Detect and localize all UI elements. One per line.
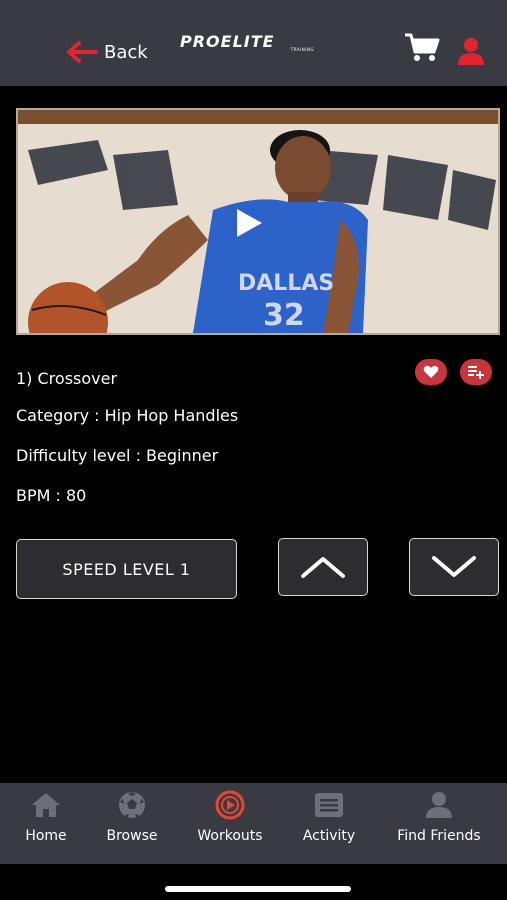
home-indicator (165, 886, 351, 892)
speed-level-button[interactable]: SPEED LEVEL 1 (16, 539, 237, 599)
drill-category: Category : Hip Hop Handles (16, 406, 239, 425)
home-icon (32, 793, 60, 817)
svg-text:32: 32 (263, 298, 305, 333)
tab-workouts[interactable]: Workouts (190, 783, 270, 864)
speed-level-label: SPEED LEVEL 1 (62, 559, 191, 579)
tab-activity-label: Activity (302, 828, 356, 844)
logo-text: PROELITE (180, 32, 275, 51)
playlist-add-icon (468, 366, 484, 379)
cart-icon (405, 33, 440, 61)
proelite-logo: PROELITE TRAINING (180, 32, 320, 54)
logo-subtext: TRAINING (290, 47, 314, 52)
favorite-button[interactable] (415, 359, 447, 385)
person-icon (426, 792, 452, 818)
tab-home-label: Home (25, 828, 67, 844)
tab-workouts-label: Workouts (197, 828, 263, 844)
heart-icon (423, 365, 439, 378)
svg-text:DALLAS: DALLAS (238, 271, 334, 296)
list-icon (315, 793, 343, 817)
user-icon (458, 38, 484, 65)
play-circle-icon (215, 790, 245, 820)
video-player[interactable]: DALLAS 32 (16, 108, 500, 335)
profile-button[interactable] (456, 36, 486, 70)
tab-find-friends[interactable]: Find Friends (388, 783, 490, 864)
speed-up-button[interactable] (278, 538, 368, 596)
top-header: Back PROELITE TRAINING (0, 0, 507, 86)
tab-browse[interactable]: Browse (100, 783, 164, 864)
arrow-left-icon (67, 41, 98, 63)
tab-browse-label: Browse (106, 828, 158, 844)
tab-home[interactable]: Home (16, 783, 76, 864)
chevron-up-icon (301, 557, 345, 578)
soccer-ball-icon (119, 792, 145, 818)
bottom-tab-bar: Home Browse Workouts Activity Find Frien… (0, 783, 507, 864)
chevron-down-icon (432, 556, 476, 577)
cart-button[interactable] (404, 32, 440, 66)
back-label: Back (104, 41, 148, 63)
safe-area (0, 864, 507, 900)
tab-activity[interactable]: Activity (298, 783, 360, 864)
add-to-playlist-button[interactable] (460, 359, 492, 385)
speed-down-button[interactable] (409, 538, 499, 596)
tab-find-friends-label: Find Friends (397, 828, 481, 844)
drill-bpm: BPM : 80 (16, 486, 87, 505)
play-icon[interactable] (234, 208, 264, 238)
back-button[interactable]: Back (66, 40, 148, 64)
drill-title: 1) Crossover (16, 369, 118, 388)
drill-difficulty: Difficulty level : Beginner (16, 446, 219, 465)
